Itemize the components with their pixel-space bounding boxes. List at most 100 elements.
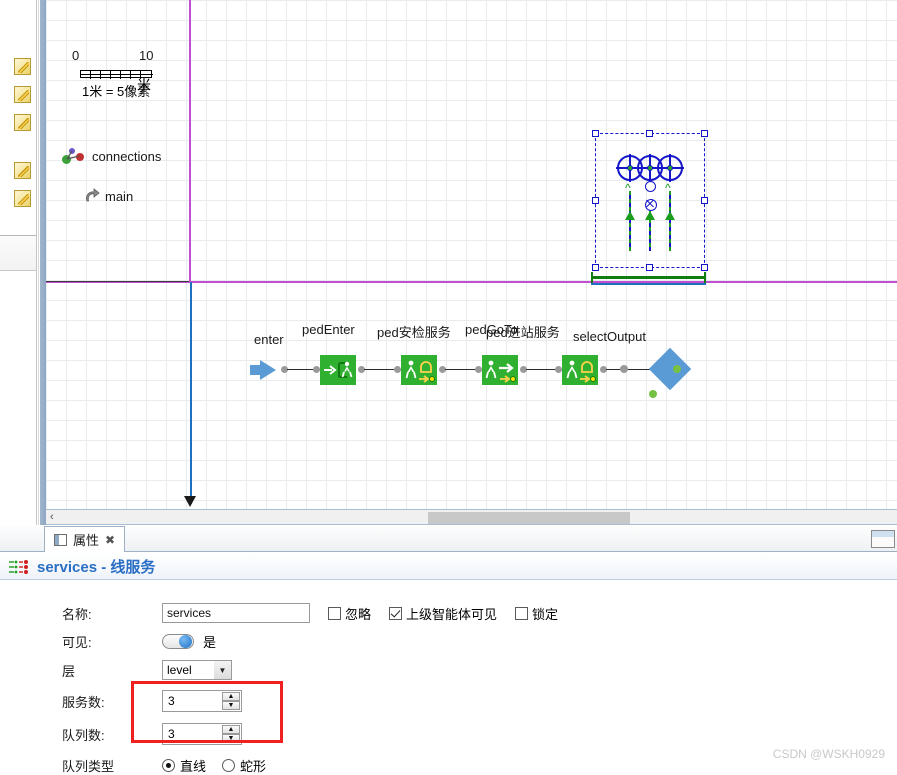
left-rail-outer [36,0,37,525]
chevron-down-icon[interactable]: ▼ [214,661,231,679]
service-point-center [647,165,653,171]
name-input[interactable]: services [162,603,310,623]
layer-label: 层 [62,663,76,679]
pencil-icon[interactable] [14,162,31,179]
left-rail-inner [38,0,39,525]
visible-value: 是 [203,635,217,650]
scale-max-label: 10 [139,48,154,63]
flow-block-pedGoTo[interactable] [482,355,518,385]
connections-icon [62,148,86,164]
checkbox-box[interactable] [389,606,403,620]
selection-handle[interactable] [646,130,653,137]
queue-line [669,191,671,251]
service-base-cap [591,272,593,283]
queue-arrow-icon [665,211,675,220]
radio-dot[interactable] [162,759,175,772]
checkbox-box[interactable] [328,606,341,620]
flow-block-selectOutput[interactable] [648,347,692,391]
checkbox-ignore[interactable]: 忽略 [328,604,371,623]
pencil-icon[interactable] [14,190,31,207]
stepper-buttons[interactable]: ▲ ▼ [222,692,240,710]
scale-ruler: 0 10 1米 = 5像素 米 [60,48,190,100]
axis-arrow-icon [184,496,196,507]
selection-handle[interactable] [701,197,708,204]
service-base-line [591,276,706,279]
flow-port[interactable] [313,366,320,373]
flow-block-label: pedEnter [302,322,355,337]
flow-port[interactable] [394,366,401,373]
checkbox-label: 忽略 [345,606,372,622]
flow-port[interactable] [649,390,657,398]
radio-serpentine[interactable]: 蛇形 [222,756,266,775]
stepper-buttons[interactable]: ▲ ▼ [222,725,240,743]
flow-block-label: selectOutput [573,329,646,344]
radio-dot[interactable] [222,759,236,772]
pencil-icon[interactable] [14,58,31,75]
canvas-item-main[interactable]: main [84,188,133,204]
scrollbar-thumb[interactable] [428,512,630,524]
field-row-name: 名称: services 忽略 上级智能体可见 锁定 [62,603,558,623]
panel-tab-strip: 属性 ✖ [0,526,897,552]
canvas-item-connections[interactable]: connections [62,148,161,164]
checkbox-visible-to-parent[interactable]: 上级智能体可见 [389,604,497,623]
scroll-left-icon[interactable]: ‹ [50,511,54,523]
properties-form: 名称: services 忽略 上级智能体可见 锁定 可见: 是 层 level… [0,586,897,774]
stepper-down-icon[interactable]: ▼ [222,701,240,710]
service-point-center [627,165,633,171]
selection-handle[interactable] [592,197,599,204]
service-count-value: 3 [168,694,175,708]
field-row-queue-type: 队列类型 直线 蛇形 [62,756,266,775]
service-count-stepper[interactable]: 3 ▲ ▼ [162,690,242,712]
model-canvas[interactable]: 0 10 1米 = 5像素 米 connections main ^ ^ ent… [46,0,897,509]
left-gutter [0,0,40,525]
checkbox-lock[interactable]: 锁定 [515,604,558,623]
stepper-up-icon[interactable]: ▲ [222,725,240,734]
canvas-horizontal-scrollbar[interactable]: ‹ [46,509,897,525]
flow-port[interactable] [620,365,628,373]
radio-straight[interactable]: 直线 [162,756,206,775]
tab-properties[interactable]: 属性 ✖ [44,526,126,552]
flow-block-pedEnter[interactable] [320,355,356,385]
selection-handle[interactable] [701,130,708,137]
field-row-service-count: 服务数: 3 ▲ ▼ [62,690,242,712]
properties-panel: 属性 ✖ services - 线服务 名称: services 忽略 上级智能… [0,526,897,774]
pencil-icon[interactable] [14,86,31,103]
selection-handle[interactable] [701,264,708,271]
flow-block-label: enter [254,332,284,347]
axis-vertical-blue [190,282,192,504]
field-row-queue-count: 队列数: 3 ▲ ▼ [62,723,242,745]
queue-type-label: 队列类型 [62,759,115,774]
properties-icon [54,533,67,546]
queue-count-value: 3 [168,727,175,741]
visible-label: 可见: [62,635,92,650]
close-icon[interactable]: ✖ [105,533,115,547]
radio-label: 蛇形 [240,759,267,774]
panel-restore-icon[interactable] [871,530,895,548]
selection-handle[interactable] [646,264,653,271]
queue-count-stepper[interactable]: 3 ▲ ▼ [162,723,242,745]
flow-block-ped-security-service[interactable] [401,355,437,385]
flow-connector [606,369,654,370]
main-agent-icon [84,188,100,204]
visible-toggle[interactable] [162,634,194,649]
selection-handle[interactable] [592,264,599,271]
toggle-knob [179,635,192,648]
field-row-visible: 可见: 是 [62,632,216,651]
pencil-icon[interactable] [14,114,31,131]
service-count-label: 服务数: [62,694,105,710]
flow-port[interactable] [475,366,482,373]
selected-line-service[interactable]: ^ ^ [592,130,708,271]
axis-horizontal-left [46,281,189,282]
stepper-down-icon[interactable]: ▼ [222,734,240,743]
selection-handle[interactable] [592,130,599,137]
tab-label: 属性 [73,533,100,548]
flow-port[interactable] [555,366,562,373]
flow-block-label: ped安检服务 [377,325,451,340]
layer-select[interactable]: level ▼ [162,660,232,680]
service-wall-line [591,283,706,285]
flow-block-ped-station-service[interactable] [562,355,598,385]
flow-block-label: ped进站服务 [486,325,560,340]
flow-port[interactable] [673,365,681,373]
checkbox-box[interactable] [515,606,529,620]
stepper-up-icon[interactable]: ▲ [222,692,240,701]
